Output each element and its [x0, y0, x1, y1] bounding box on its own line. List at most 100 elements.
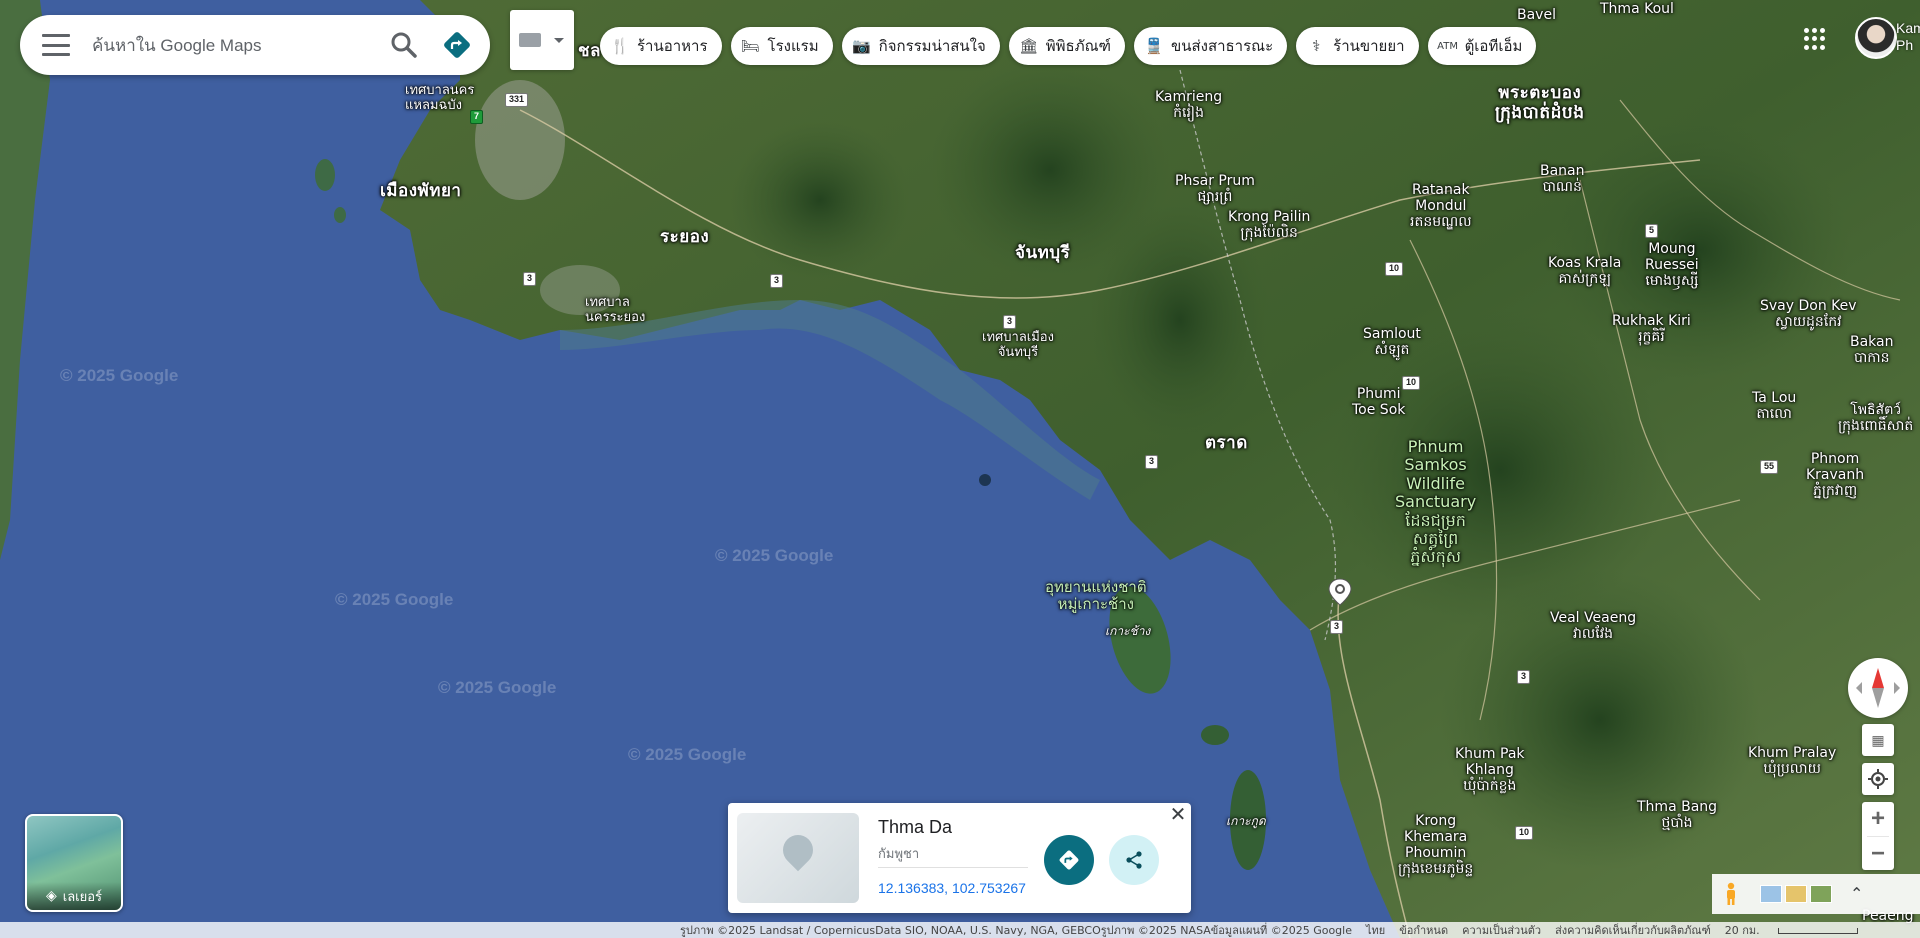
- attribution-text: รูปภาพ ©2025 Landsat / CopernicusData SI…: [680, 924, 1352, 937]
- restaurant-icon: 🍴: [610, 37, 630, 55]
- search-input[interactable]: ค้นหาใน Google Maps: [92, 32, 388, 59]
- place-coordinates[interactable]: 12.136383, 102.753267: [878, 880, 1026, 896]
- layers-label: เลเยอร์: [62, 889, 103, 905]
- label-samlout: Samlout សំឡូត: [1363, 326, 1421, 359]
- chip-transit[interactable]: 🚆 ขนส่งสาธารณะ: [1133, 27, 1288, 65]
- chip-pharmacies[interactable]: ⚕ ร้านขายยา: [1296, 27, 1419, 65]
- label-svay-don-kev: Svay Don Kev ស្វាយដូនកែវ: [1760, 298, 1857, 331]
- map-watermark: © 2025 Google: [715, 546, 834, 565]
- my-location-icon: [1868, 769, 1888, 789]
- place-thumbnail[interactable]: [737, 813, 859, 903]
- road-shield: 55: [1760, 460, 1779, 474]
- terms-link[interactable]: ข้อกำหนด: [1399, 921, 1448, 938]
- share-button[interactable]: [1109, 835, 1159, 885]
- imagery-thumb[interactable]: [1810, 885, 1832, 903]
- label-bakan: Bakan បាកាន: [1850, 334, 1894, 367]
- directions-icon: [1059, 850, 1079, 870]
- chip-label: พิพิธภัณฑ์: [1045, 37, 1111, 55]
- imagery-bar: ⌃: [1712, 874, 1920, 914]
- camera-icon: 📷: [852, 37, 871, 55]
- chip-label: ร้านอาหาร: [637, 37, 708, 55]
- road-shield: 331: [505, 93, 529, 107]
- label-rayong: ระยอง: [660, 227, 710, 247]
- avatar[interactable]: [1855, 17, 1897, 59]
- road-shield: 3: [1145, 455, 1159, 469]
- label-khum-pak-khlang: Khum Pak Khlang ឃុំប៉ាក់ខ្លង: [1455, 746, 1525, 795]
- label-phnum-samkos: Phnum Samkos Wildlife Sanctuary ដែនជម្រក…: [1395, 437, 1477, 567]
- privacy-link[interactable]: ความเป็นส่วนตัว: [1462, 921, 1541, 938]
- chip-museums[interactable]: 🏛 พิพิธภัณฑ์: [1008, 27, 1125, 65]
- google-apps-icon[interactable]: [1804, 28, 1826, 50]
- map-watermark: © 2025 Google: [60, 366, 179, 385]
- grid-icon: ▦: [1871, 731, 1885, 748]
- chip-atms[interactable]: ATM ตู้เอทีเอ็ม: [1427, 27, 1537, 65]
- label-khum-pralay: Khum Pralay ឃុំប្រលាយ: [1748, 745, 1837, 778]
- label-bavel: Bavel: [1517, 7, 1556, 23]
- label-krong-pailin: Krong Pailin ក្រុងប៉ៃលិន: [1228, 209, 1311, 242]
- label-ko-chang-park: อุทยานแห่งชาติ หมู่เกาะช้าง: [1045, 578, 1147, 614]
- map-watermark: © 2025 Google: [438, 678, 557, 697]
- label-moung-ruessei: Moung Ruessei មោងឫស្សី: [1645, 241, 1699, 290]
- zoom-out-button[interactable]: −: [1862, 837, 1894, 871]
- label-chanthaburi: จันทบุรี: [1015, 243, 1071, 263]
- imagery-thumb[interactable]: [1785, 885, 1807, 903]
- label-veal-veaeng: Veal Veaeng វាលវែង: [1550, 610, 1637, 643]
- country-link[interactable]: ไทย: [1366, 921, 1385, 938]
- label-banan: Banan បាណន់: [1540, 163, 1585, 196]
- my-location-button[interactable]: [1862, 763, 1894, 795]
- pegman-icon[interactable]: [1724, 882, 1738, 906]
- divider: [878, 867, 1028, 868]
- chip-things-to-do[interactable]: 📷 กิจกรรมน่าสนใจ: [841, 27, 1000, 65]
- input-tools-button[interactable]: [510, 10, 574, 70]
- menu-icon[interactable]: [42, 34, 70, 56]
- atm-icon: ATM: [1437, 40, 1458, 52]
- label-chon: ชล: [578, 41, 601, 61]
- layers-icon: ◈: [45, 888, 57, 904]
- layers-button[interactable]: ◈ เลเยอร์: [25, 814, 123, 912]
- chip-label: ร้านขายยา: [1333, 37, 1405, 55]
- map-watermark: © 2025 Google: [628, 745, 747, 764]
- imagery-thumb[interactable]: [1760, 885, 1782, 903]
- zoom-in-button[interactable]: +: [1862, 802, 1894, 836]
- pin-icon: [776, 828, 820, 872]
- directions-icon[interactable]: [442, 30, 472, 60]
- label-ta-lou: Ta Lou តាលោ: [1752, 390, 1797, 423]
- expand-up-icon[interactable]: ⌃: [1850, 884, 1863, 904]
- place-title[interactable]: Thma Da: [878, 817, 952, 838]
- tilt-button[interactable]: ▦: [1862, 724, 1894, 756]
- account-name: Kam Ph: [1896, 20, 1920, 53]
- label-phnom-kravanh: Phnom Kravanh ភ្នំក្រវាញ: [1806, 451, 1865, 500]
- search-icon[interactable]: [388, 29, 420, 61]
- map-watermark: © 2025 Google: [335, 590, 454, 609]
- place-card[interactable]: Thma Da กัมพูชา 12.136383, 102.753267 ✕: [728, 803, 1191, 913]
- scale-indicator[interactable]: 20 กม.: [1725, 921, 1872, 938]
- chip-hotels[interactable]: 🛏 โรงแรม: [730, 27, 833, 65]
- imagery-thumbnails[interactable]: [1760, 885, 1832, 903]
- close-icon[interactable]: ✕: [1168, 805, 1188, 825]
- chip-restaurants[interactable]: 🍴 ร้านอาหาร: [600, 27, 722, 65]
- compass-icon: [1856, 668, 1900, 708]
- label-koas-krala: Koas Krala គាស់ក្រឡ: [1548, 255, 1622, 288]
- pharmacy-icon: ⚕: [1312, 37, 1321, 55]
- feedback-link[interactable]: ส่งความคิดเห็นเกี่ยวกับผลิตภัณฑ์: [1555, 921, 1711, 938]
- label-thma-koul: Thma Koul: [1600, 1, 1674, 17]
- label-rayong-muni: เทศบาล นครระยอง: [585, 295, 646, 325]
- chip-label: กิจกรรมน่าสนใจ: [878, 37, 986, 55]
- chip-label: ตู้เอทีเอ็ม: [1464, 37, 1523, 55]
- map-canvas[interactable]: © 2025 Google © 2025 Google © 2025 Googl…: [0, 0, 1920, 938]
- category-chips: 🍴 ร้านอาหาร 🛏 โรงแรม 📷 กิจกรรมน่าสนใจ 🏛 …: [600, 27, 1537, 65]
- search-box[interactable]: ค้นหาใน Google Maps: [20, 15, 490, 75]
- compass-button[interactable]: [1848, 658, 1908, 718]
- place-country: กัมพูชา: [878, 847, 920, 862]
- label-ko-chang: เกาะช้าง: [1105, 624, 1151, 638]
- road-shield: 3: [1330, 620, 1344, 634]
- chip-label: โรงแรม: [767, 37, 819, 55]
- keyboard-icon: [519, 33, 541, 47]
- directions-button[interactable]: [1044, 835, 1094, 885]
- chevron-down-icon: [554, 37, 564, 43]
- location-pin-icon[interactable]: [1327, 578, 1353, 606]
- label-ratanak-mondul: Ratanak Mondul រតនមណ្ឌល: [1410, 182, 1472, 231]
- label-krong-khemara: Krong Khemara Phoumin ក្រុងខេមរភូមិន្ទ: [1398, 813, 1474, 878]
- satellite-imagery: [0, 0, 1920, 938]
- label-battambang: พระตะบอง ក្រុងបាត់ដំបង: [1495, 83, 1585, 123]
